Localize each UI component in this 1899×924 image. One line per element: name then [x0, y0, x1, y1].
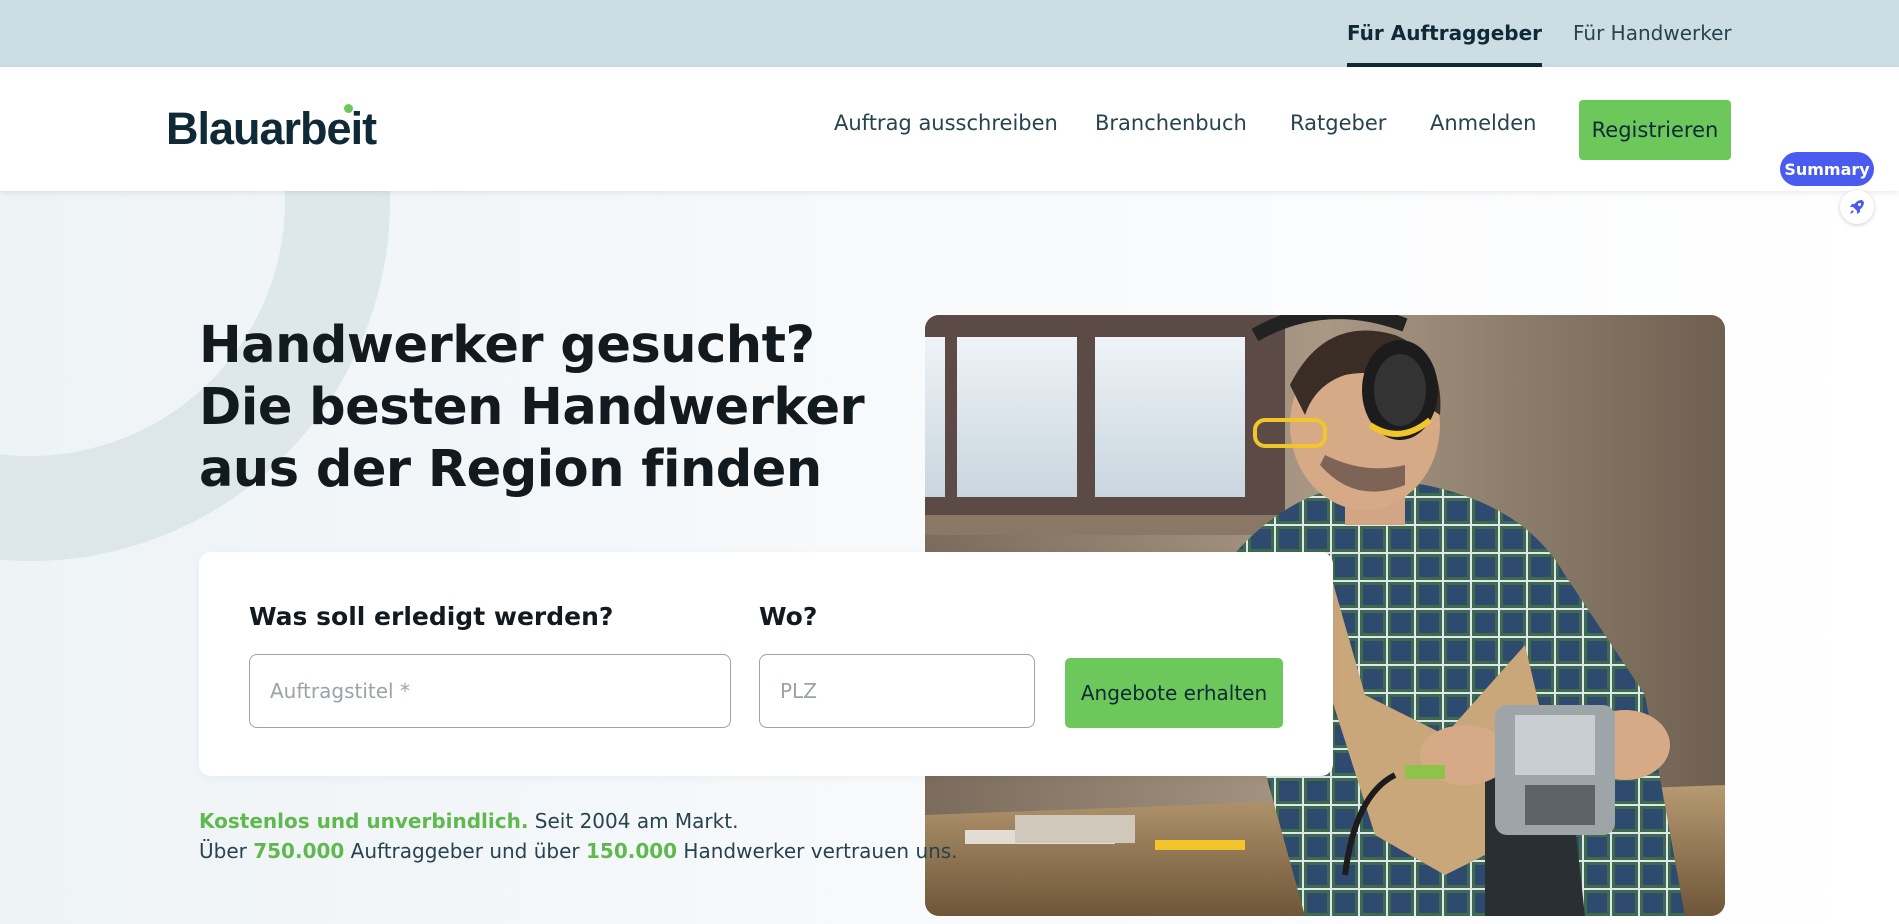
nav-auftrag-ausschreiben[interactable]: Auftrag ausschreiben: [834, 111, 1058, 135]
site-header: Blauarbeit Auftrag ausschreiben Branchen…: [0, 67, 1899, 191]
summary-button[interactable]: Summary: [1780, 152, 1874, 186]
trust-line-1: Kostenlos und unverbindlich. Seit 2004 a…: [199, 806, 958, 836]
nav-branchenbuch[interactable]: Branchenbuch: [1095, 111, 1247, 135]
trust-mid: Auftraggeber und über: [344, 839, 586, 863]
where-label: Wo?: [759, 602, 818, 631]
hero-headline: Handwerker gesucht? Die besten Handwerke…: [199, 316, 865, 499]
get-offers-button[interactable]: Angebote erhalten: [1065, 658, 1283, 728]
search-form: Was soll erledigt werden? Wo? Angebote e…: [199, 552, 1333, 776]
trust-prefix: Über: [199, 839, 254, 863]
register-button[interactable]: Registrieren: [1579, 100, 1731, 160]
nav-ratgeber[interactable]: Ratgeber: [1290, 111, 1386, 135]
rocket-icon: [1850, 200, 1864, 214]
trust-line-2: Über 750.000 Auftraggeber und über 150.0…: [199, 836, 958, 866]
logo-dot: [344, 104, 353, 113]
trust-suffix: Handwerker vertrauen uns.: [677, 839, 958, 863]
clients-count: 750.000: [253, 839, 345, 863]
trust-text: Kostenlos und unverbindlich. Seit 2004 a…: [199, 806, 958, 866]
nav-anmelden[interactable]: Anmelden: [1430, 111, 1536, 135]
zip-input[interactable]: [759, 654, 1035, 728]
free-highlight: Kostenlos und unverbindlich.: [199, 809, 529, 833]
tab-fuer-handwerker[interactable]: Für Handwerker: [1573, 0, 1732, 67]
what-label: Was soll erledigt werden?: [249, 602, 614, 631]
craftsmen-count: 150.000: [585, 839, 678, 863]
market-since: Seit 2004 am Markt.: [528, 809, 739, 833]
job-title-input[interactable]: [249, 654, 731, 728]
rocket-button[interactable]: [1840, 190, 1874, 224]
audience-bar: Für Auftraggeber Für Handwerker: [0, 0, 1899, 67]
tab-fuer-auftraggeber[interactable]: Für Auftraggeber: [1347, 0, 1543, 67]
logo[interactable]: Blauarbeit: [166, 103, 377, 155]
